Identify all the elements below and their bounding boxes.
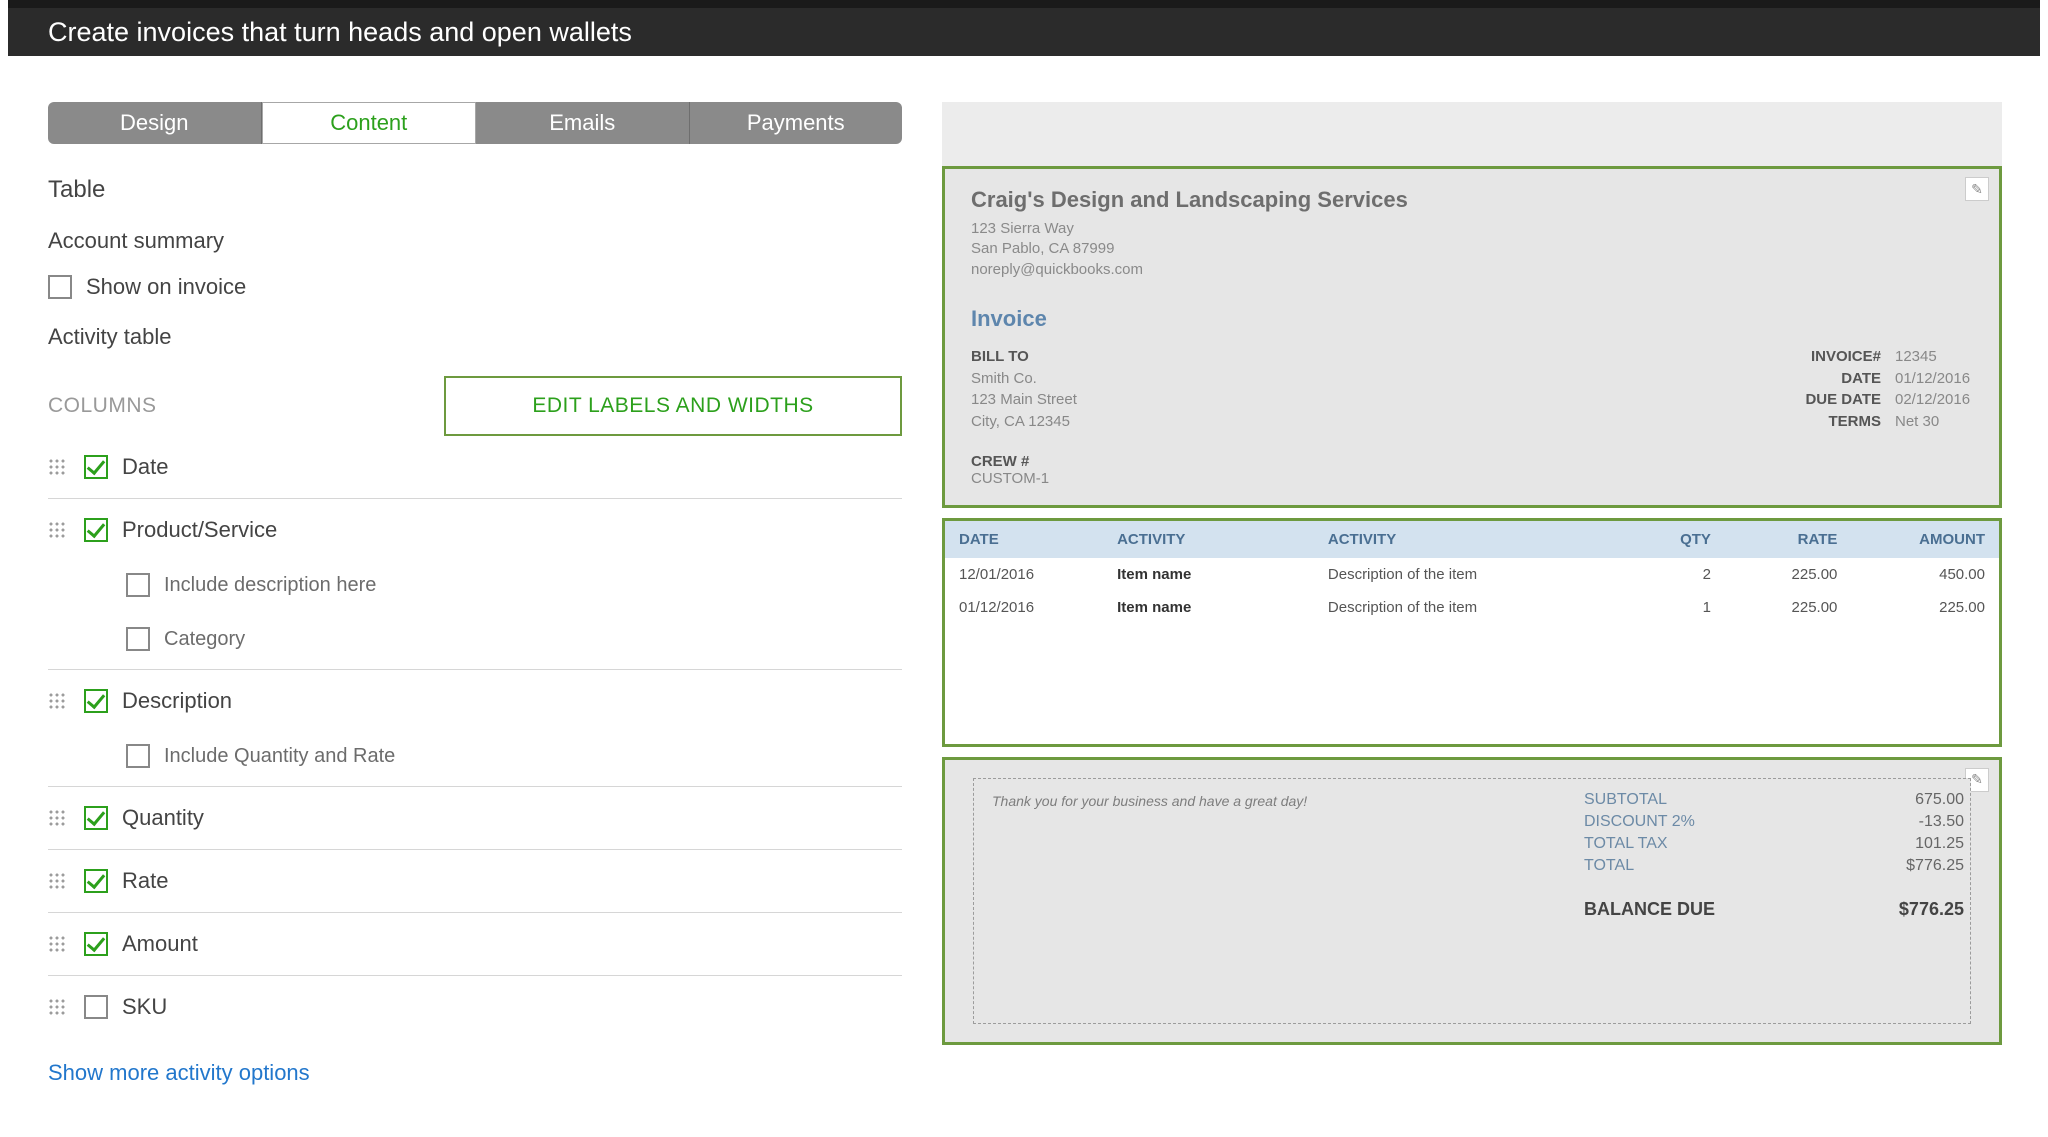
preview-top-spacer	[942, 102, 2002, 166]
items-table: DATE ACTIVITY ACTIVITY QTY RATE AMOUNT 1…	[945, 521, 1999, 624]
column-label: Quantity	[122, 805, 204, 831]
company-address: 123 Sierra Way San Pablo, CA 87999 norep…	[971, 219, 1973, 280]
column-label: Product/Service	[122, 517, 277, 543]
invoice-heading: Invoice	[971, 306, 1973, 332]
preview-footer-block[interactable]: ✎ Thank you for your business and have a…	[942, 757, 2002, 1045]
show-on-invoice-checkbox[interactable]	[48, 275, 72, 299]
sub-option-label: Include Quantity and Rate	[164, 745, 395, 768]
show-more-activity-link[interactable]: Show more activity options	[48, 1060, 310, 1086]
column-label: Amount	[122, 931, 198, 957]
bill-to-block: BILL TO Smith Co. 123 Main Street City, …	[971, 346, 1077, 433]
left-panel: DesignContentEmailsPayments Table Accoun…	[48, 102, 902, 1086]
column-checkbox[interactable]	[84, 518, 108, 542]
column-label: SKU	[122, 994, 167, 1020]
sub-option-checkbox[interactable]	[126, 627, 150, 651]
column-checkbox[interactable]	[84, 995, 108, 1019]
company-name: Craig's Design and Landscaping Services	[971, 187, 1973, 213]
drag-handle-icon[interactable]	[48, 872, 66, 890]
totals-block: SUBTOTAL675.00 DISCOUNT 2%-13.50 TOTAL T…	[1584, 789, 1964, 920]
sub-option-label: Include description here	[164, 574, 376, 597]
column-item: Description Include Quantity and Rate	[48, 670, 902, 787]
column-item: Rate	[48, 850, 902, 913]
crew-block: CREW # CUSTOM-1	[971, 453, 1973, 487]
column-item: Amount	[48, 913, 902, 976]
drag-handle-icon[interactable]	[48, 458, 66, 476]
columns-heading: COLUMNS	[48, 394, 157, 418]
show-on-invoice-label: Show on invoice	[86, 274, 246, 300]
table-row: 12/01/2016Item nameDescription of the it…	[945, 558, 1999, 591]
column-item: Date	[48, 436, 902, 499]
column-checkbox[interactable]	[84, 689, 108, 713]
drag-handle-icon[interactable]	[48, 692, 66, 710]
tab-content[interactable]: Content	[262, 102, 477, 144]
drag-handle-icon[interactable]	[48, 521, 66, 539]
sub-option-label: Category	[164, 628, 245, 651]
tab-strip: DesignContentEmailsPayments	[48, 102, 902, 144]
pencil-icon[interactable]: ✎	[1965, 177, 1989, 201]
column-label: Description	[122, 688, 232, 714]
drag-handle-icon[interactable]	[48, 809, 66, 827]
table-row: 01/12/2016Item nameDescription of the it…	[945, 591, 1999, 624]
tab-payments[interactable]: Payments	[690, 102, 903, 144]
columns-list: Date Product/Service Include description h…	[48, 436, 902, 1038]
page-title: Create invoices that turn heads and open…	[48, 17, 632, 48]
drag-handle-icon[interactable]	[48, 998, 66, 1016]
preview-items-block[interactable]: DATE ACTIVITY ACTIVITY QTY RATE AMOUNT 1…	[942, 518, 2002, 747]
tab-emails[interactable]: Emails	[476, 102, 690, 144]
activity-table-label: Activity table	[48, 324, 902, 350]
column-checkbox[interactable]	[84, 455, 108, 479]
title-bar: Create invoices that turn heads and open…	[8, 0, 2040, 56]
drag-handle-icon[interactable]	[48, 935, 66, 953]
preview-header-block[interactable]: ✎ Craig's Design and Landscaping Service…	[942, 166, 2002, 508]
sub-option-checkbox[interactable]	[126, 744, 150, 768]
sub-option-checkbox[interactable]	[126, 573, 150, 597]
column-item: Product/Service Include description here C…	[48, 499, 902, 670]
edit-labels-widths-button[interactable]: EDIT LABELS AND WIDTHS	[444, 376, 902, 436]
invoice-preview: ✎ Craig's Design and Landscaping Service…	[942, 102, 2002, 1086]
column-checkbox[interactable]	[84, 806, 108, 830]
account-summary-label: Account summary	[48, 228, 902, 254]
column-label: Rate	[122, 868, 168, 894]
section-table-label: Table	[48, 176, 902, 204]
column-checkbox[interactable]	[84, 932, 108, 956]
column-label: Date	[122, 454, 168, 480]
tab-design[interactable]: Design	[48, 102, 262, 144]
column-checkbox[interactable]	[84, 869, 108, 893]
invoice-meta: INVOICE#12345 DATE01/12/2016 DUE DATE02/…	[1771, 346, 1973, 433]
column-item: SKU	[48, 976, 902, 1038]
column-item: Quantity	[48, 787, 902, 850]
